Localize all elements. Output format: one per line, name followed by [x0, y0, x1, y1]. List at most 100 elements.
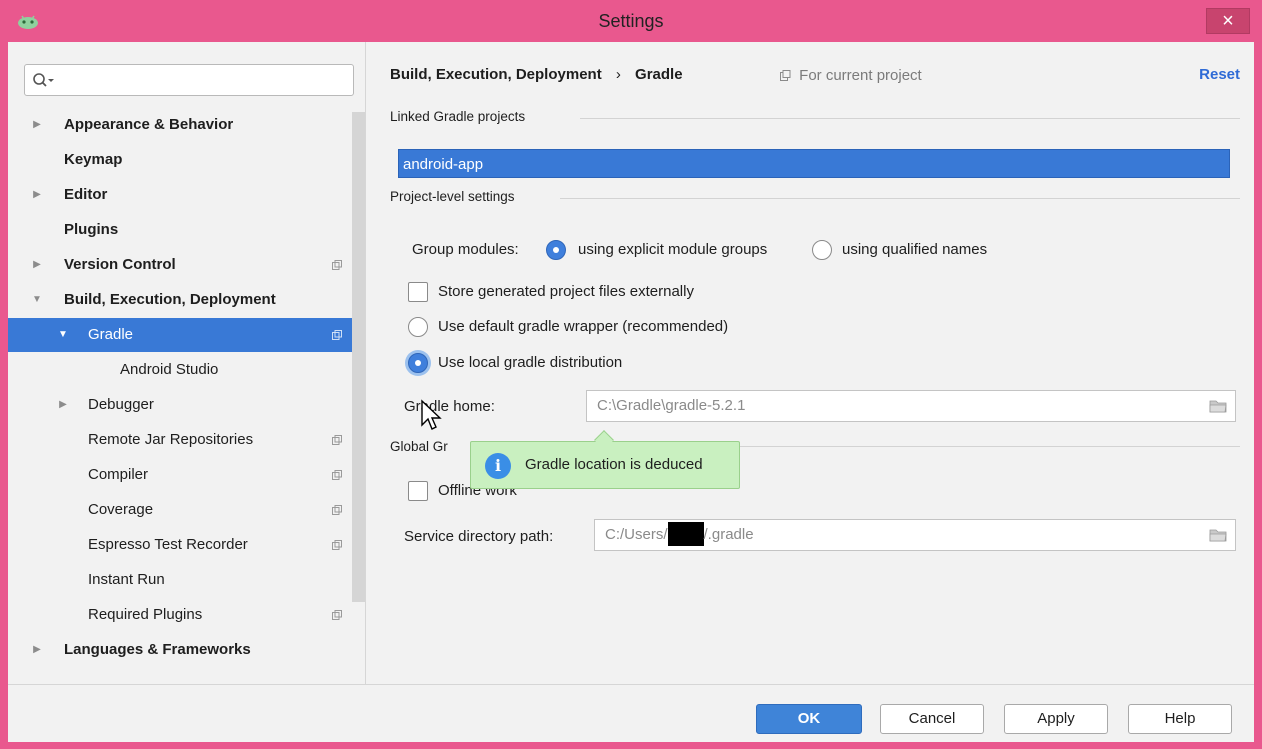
dialog-body: ▶ Appearance & Behavior Keymap ▶ Editor Plugi…: [8, 42, 1254, 742]
sidebar-item-label: Gradle: [88, 326, 134, 343]
sidebar-item-label: Instant Run: [88, 571, 165, 588]
chevron-down-icon[interactable]: ▼: [56, 318, 70, 352]
sidebar-item[interactable]: ▶ Languages & Frameworks: [8, 633, 352, 667]
project-level-title: Project-level settings: [390, 189, 515, 204]
linked-projects-title: Linked Gradle projects: [390, 109, 526, 124]
gradle-settings-panel: Build, Execution, Deployment › Gradle Fo…: [366, 42, 1254, 684]
qualified-names-label[interactable]: using qualified names: [842, 241, 987, 258]
radio-local-distribution[interactable]: [408, 353, 428, 373]
service-directory-label: Service directory path:: [404, 528, 554, 545]
title-bar: Settings ×: [0, 0, 1262, 42]
for-current-project-label: For current project: [799, 67, 922, 84]
ok-button[interactable]: OK: [756, 704, 862, 734]
gradle-home-label: Gradle home:: [404, 398, 495, 415]
project-scope-icon: [332, 435, 342, 445]
redacted-username: [667, 521, 704, 546]
sidebar-item-label: Version Control: [64, 256, 176, 273]
project-scope-icon: [332, 470, 342, 480]
sidebar-item[interactable]: ▼ Gradle: [8, 318, 352, 352]
section-divider: [580, 118, 1240, 119]
global-settings-title: Global Gr: [390, 439, 448, 454]
sidebar-item[interactable]: Keymap: [8, 143, 352, 177]
info-icon: i: [485, 453, 511, 479]
sidebar-item-label: Keymap: [64, 151, 123, 168]
sidebar-item[interactable]: ▶ Debugger: [8, 388, 352, 422]
sidebar-item-label: Plugins: [64, 221, 119, 238]
sidebar-item-label: Compiler: [88, 466, 149, 483]
search-icon: [33, 73, 54, 87]
reset-link[interactable]: Reset: [1199, 66, 1240, 83]
breadcrumb-current: Gradle: [635, 66, 683, 83]
chevron-right-icon[interactable]: ▶: [30, 178, 44, 212]
sidebar-item-label: Debugger: [88, 396, 154, 413]
sidebar-item[interactable]: ▶ Version Control: [8, 248, 352, 282]
sidebar-item[interactable]: Coverage: [8, 493, 352, 527]
radio-qualified-names[interactable]: [812, 240, 832, 260]
chevron-right-icon[interactable]: ▶: [56, 388, 70, 422]
project-scope-icon: [780, 70, 791, 81]
gradle-home-field[interactable]: C:\Gradle\gradle-5.2.1: [586, 390, 1236, 422]
sidebar-item[interactable]: Remote Jar Repositories: [8, 423, 352, 457]
project-scope-icon: [332, 540, 342, 550]
dialog-footer: OK Cancel Apply Help: [8, 684, 1254, 742]
sidebar-item[interactable]: Plugins: [8, 213, 352, 247]
sidebar-item-label: Required Plugins: [88, 606, 203, 623]
sidebar-item[interactable]: ▶ Editor: [8, 178, 352, 212]
section-divider: [740, 446, 1240, 447]
explicit-groups-label[interactable]: using explicit module groups: [578, 241, 767, 258]
breadcrumb: Build, Execution, Deployment › Gradle: [390, 66, 683, 83]
cancel-button[interactable]: Cancel: [880, 704, 984, 734]
project-scope-icon: [332, 505, 342, 515]
window-title: Settings: [598, 11, 664, 31]
service-directory-prefix: C:/Users/: [605, 526, 668, 543]
radio-explicit-groups[interactable]: [546, 240, 566, 260]
sidebar-item[interactable]: Instant Run: [8, 563, 352, 597]
sidebar-item-label: Appearance & Behavior: [64, 116, 234, 133]
store-external-checkbox[interactable]: [408, 282, 428, 302]
sidebar-item-label: Coverage: [88, 501, 154, 518]
sidebar-item-label: Build, Execution, Deployment: [64, 291, 276, 308]
sidebar-item[interactable]: Required Plugins: [8, 598, 352, 632]
folder-icon[interactable]: [1209, 399, 1227, 413]
sidebar-item[interactable]: Android Studio: [8, 353, 352, 387]
sidebar-item-label: Remote Jar Repositories: [88, 431, 254, 448]
chevron-right-icon[interactable]: ▶: [30, 108, 44, 142]
apply-button[interactable]: Apply: [1004, 704, 1108, 734]
breadcrumb-parent: Build, Execution, Deployment: [390, 66, 602, 83]
gradle-home-value: C:\Gradle\gradle-5.2.1: [597, 397, 746, 414]
group-modules-label: Group modules:: [412, 241, 519, 258]
linked-project-item[interactable]: android-app: [398, 149, 1230, 178]
mouse-cursor-icon: [421, 399, 442, 430]
chevron-right-icon[interactable]: ▶: [30, 248, 44, 282]
sidebar-item[interactable]: ▼ Build, Execution, Deployment: [8, 283, 352, 317]
project-scope-icon: [332, 330, 342, 340]
sidebar-item[interactable]: Compiler: [8, 458, 352, 492]
folder-icon[interactable]: [1209, 528, 1227, 542]
breadcrumb-separator: ›: [615, 66, 621, 83]
help-button[interactable]: Help: [1128, 704, 1232, 734]
sidebar-item[interactable]: ▶ Appearance & Behavior: [8, 108, 352, 142]
sidebar-item-label: Languages & Frameworks: [64, 641, 251, 658]
sidebar-item-label: Espresso Test Recorder: [88, 536, 248, 553]
service-directory-field[interactable]: C:/Users/ /.gradle: [594, 519, 1236, 551]
sidebar-item[interactable]: Espresso Test Recorder: [8, 528, 352, 562]
local-distribution-label[interactable]: Use local gradle distribution: [438, 354, 622, 371]
project-scope-note: For current project: [780, 67, 922, 84]
settings-sidebar: ▶ Appearance & Behavior Keymap ▶ Editor Plugi…: [8, 42, 366, 684]
offline-work-checkbox[interactable]: [408, 481, 428, 501]
project-scope-icon: [332, 610, 342, 620]
close-button[interactable]: ×: [1206, 8, 1250, 34]
gradle-location-tooltip: i Gradle location is deduced: [470, 430, 740, 489]
chevron-down-icon[interactable]: ▼: [30, 283, 44, 317]
default-wrapper-label[interactable]: Use default gradle wrapper (recommended): [438, 318, 728, 335]
sidebar-scrollbar[interactable]: [352, 112, 365, 602]
store-external-label[interactable]: Store generated project files externally: [438, 283, 694, 300]
section-divider: [560, 198, 1240, 199]
sidebar-item-label: Android Studio: [120, 361, 219, 378]
tooltip-text: Gradle location is deduced: [525, 456, 703, 473]
chevron-right-icon[interactable]: ▶: [30, 633, 44, 667]
search-input[interactable]: [24, 64, 354, 96]
service-directory-suffix: /.gradle: [703, 526, 754, 543]
close-icon: ×: [1222, 10, 1234, 32]
radio-default-wrapper[interactable]: [408, 317, 428, 337]
